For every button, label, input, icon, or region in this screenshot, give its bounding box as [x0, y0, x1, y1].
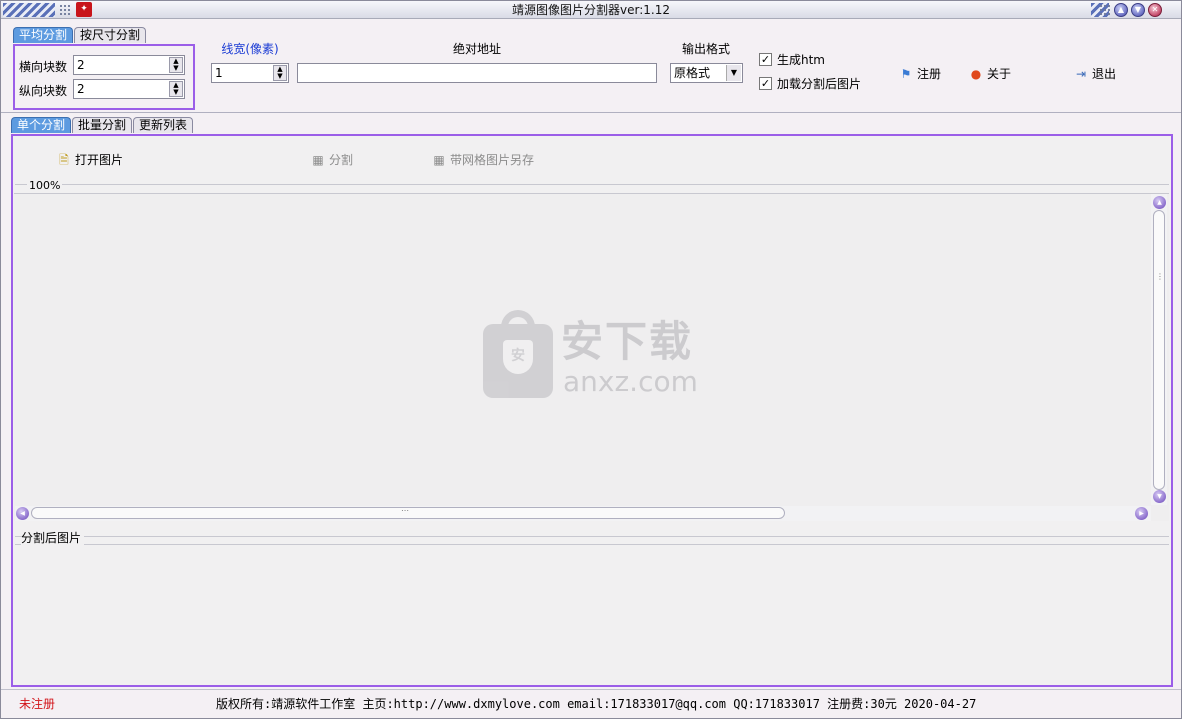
tab-size-split[interactable]: 按尺寸分割 [74, 27, 147, 43]
window-title: 靖源图像图片分割器ver:1.12 [512, 3, 670, 17]
tab-single-split[interactable]: 单个分割 [11, 117, 72, 133]
absolute-path-input[interactable] [297, 63, 657, 83]
tab-update-list[interactable]: 更新列表 [133, 117, 194, 133]
info-icon: ● [970, 66, 982, 81]
horizontal-scrollbar[interactable]: ◀ ⋯ ▶ [15, 506, 1151, 521]
output-format-select[interactable]: 原格式 ▼ [670, 63, 743, 83]
watermark-url: anxz.com [563, 365, 698, 398]
scroll-left-icon[interactable]: ◀ [16, 507, 29, 520]
zoom-divider [15, 184, 1169, 185]
output-format-value: 原格式 [674, 66, 711, 80]
close-button[interactable]: ✕ [1148, 3, 1162, 17]
zoom-level: 100% [27, 179, 63, 192]
copyright-info: 版权所有:靖源软件工作室 主页:http://www.dxmylove.com … [216, 697, 977, 711]
exit-button[interactable]: ⇥ 退出 [1074, 65, 1116, 82]
line-width-value: 1 [215, 66, 223, 80]
registration-status: 未注册 [19, 697, 56, 711]
split-section-divider [15, 536, 1169, 537]
load-after-checkbox[interactable]: ✓ [759, 77, 772, 90]
header-divider [1, 112, 1181, 113]
vertical-scroll-thumb[interactable] [1153, 210, 1165, 490]
tab-batch-split[interactable]: 批量分割 [72, 117, 133, 133]
line-width-input[interactable]: 1 ▲ ▼ [211, 63, 289, 83]
app-logo-icon[interactable]: ✦ [76, 2, 92, 17]
rollup-button[interactable]: ▲ [1114, 3, 1128, 17]
line-width-label: 线宽(像素) [221, 42, 279, 56]
line-width-spinner[interactable]: ▲ ▼ [273, 65, 287, 81]
open-image-button[interactable]: 🗎 打开图片 [57, 151, 123, 168]
chevron-down-icon[interactable]: ▼ [726, 65, 741, 81]
exit-label: 退出 [1092, 67, 1117, 81]
horizontal-blocks-input[interactable]: 2 ▲ ▼ [73, 55, 185, 75]
save-grid-label: 带网格图片另存 [450, 153, 535, 167]
vertical-scrollbar[interactable]: ▲ ⋮ ▼ [1151, 194, 1167, 505]
vertical-blocks-spinner[interactable]: ▲ ▼ [169, 81, 183, 97]
tab-average-split[interactable]: 平均分割 [13, 27, 74, 43]
scroll-up-icon[interactable]: ▲ [1153, 196, 1166, 209]
settings-tabs: 平均分割 按尺寸分割 [13, 27, 147, 43]
title-grip-icon-right [1099, 4, 1111, 16]
watermark-logo: 安 安下载 anxz.com [483, 310, 713, 400]
split-section-divider-lower [15, 544, 1169, 545]
about-button[interactable]: ● 关于 [969, 65, 1011, 82]
about-label: 关于 [987, 67, 1012, 81]
split-button[interactable]: ▦ 分割 [311, 151, 353, 168]
gen-htm-checkbox[interactable]: ✓ [759, 53, 772, 66]
horizontal-blocks-value: 2 [77, 58, 85, 72]
app-window: ✦ 靖源图像图片分割器ver:1.12 ▲ ▼ ✕ 平均分割 按尺寸分割 横向块… [0, 0, 1182, 719]
horizontal-scroll-thumb[interactable] [31, 507, 785, 519]
vertical-blocks-input[interactable]: 2 ▲ ▼ [73, 79, 185, 99]
watermark-text: 安下载 [561, 317, 694, 366]
shield-icon: 安 [503, 340, 533, 374]
load-after-label: 加载分割后图片 [777, 77, 862, 91]
scroll-down-icon[interactable]: ▼ [1153, 490, 1166, 503]
split-result-area[interactable] [14, 524, 1169, 684]
title-grip-icon [59, 4, 71, 16]
exit-door-icon: ⇥ [1075, 66, 1087, 81]
register-label: 注册 [917, 67, 942, 81]
horizontal-blocks-label: 横向块数 [19, 60, 68, 74]
title-bar: ✦ 靖源图像图片分割器ver:1.12 ▲ ▼ ✕ [1, 1, 1181, 19]
horizontal-blocks-spinner[interactable]: ▲ ▼ [169, 57, 183, 73]
absolute-path-label: 绝对地址 [452, 42, 501, 56]
open-image-label: 打开图片 [75, 153, 124, 167]
vertical-blocks-value: 2 [77, 82, 85, 96]
main-tabs: 单个分割 批量分割 更新列表 [11, 117, 194, 133]
split-label: 分割 [329, 153, 354, 167]
title-stripes-decoration [3, 3, 55, 17]
vertical-blocks-label: 纵向块数 [19, 84, 68, 98]
minimize-button[interactable]: ▼ [1131, 3, 1145, 17]
output-format-label: 输出格式 [681, 42, 730, 56]
flag-icon: ⚑ [900, 66, 912, 81]
split-result-label: 分割后图片 [21, 529, 85, 546]
document-icon: 🗎 [59, 152, 69, 167]
save-grid-image-button[interactable]: ▦ 带网格图片另存 [432, 151, 534, 168]
horizontal-grip-icon: ⋯ [401, 506, 409, 515]
grid-icon: ▦ [312, 152, 324, 167]
grid-save-icon: ▦ [433, 152, 445, 167]
gen-htm-label: 生成htm [777, 53, 826, 67]
scroll-right-icon[interactable]: ▶ [1135, 507, 1148, 520]
register-button[interactable]: ⚑ 注册 [899, 65, 941, 82]
average-split-panel [13, 44, 195, 110]
vertical-grip-icon: ⋮ [1156, 272, 1164, 281]
